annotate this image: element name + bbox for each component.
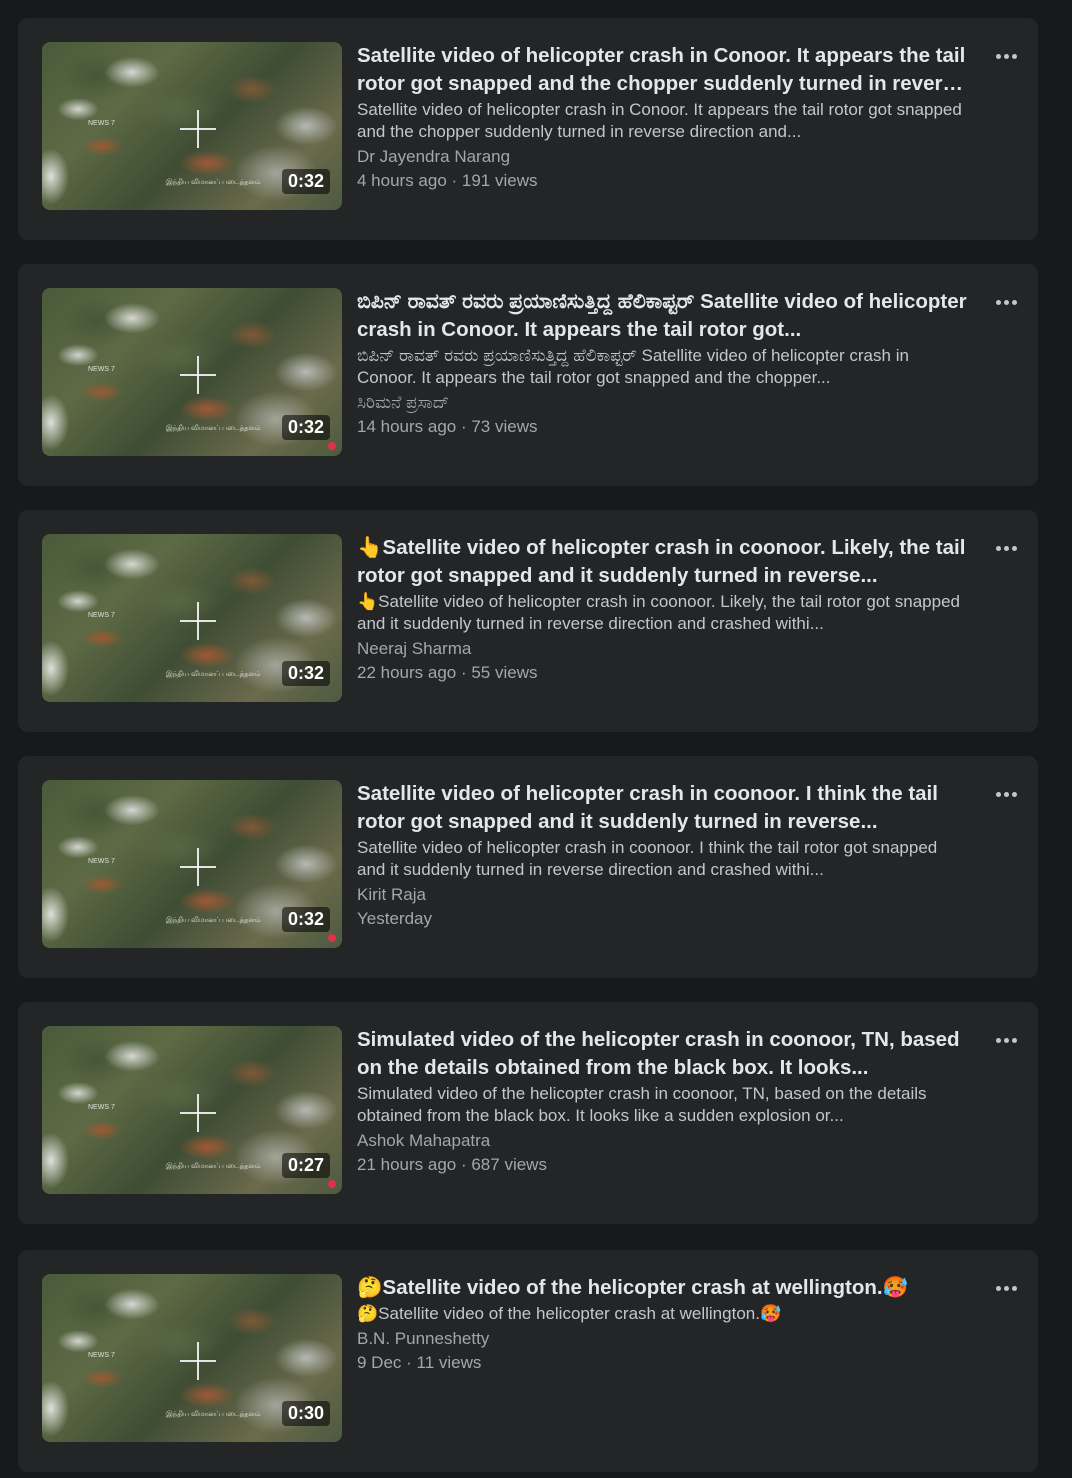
live-dot-icon xyxy=(328,1180,336,1188)
video-duration-badge: 0:32 xyxy=(281,907,330,932)
dot-icon xyxy=(1003,299,1009,305)
more-options-button[interactable] xyxy=(990,1276,1022,1300)
crosshair-marker xyxy=(197,602,199,640)
more-options-button[interactable] xyxy=(990,536,1022,560)
more-options-button[interactable] xyxy=(990,44,1022,68)
video-title[interactable]: ಬಿಪಿನ್ ರಾವತ್ ರವರು ಪ್ರಯಾಣಿಸುತ್ತಿದ್ದ ಹೆಲಿಕ… xyxy=(357,288,969,344)
dot-icon xyxy=(1011,791,1017,797)
dot-icon xyxy=(995,1037,1001,1043)
live-dot-icon xyxy=(328,442,336,450)
dot-icon xyxy=(995,1285,1001,1291)
video-result-card: NEWS 7 இந்திய விமானப் படைத்தளம் 0:32 👆Sa… xyxy=(18,510,1038,732)
more-options-button[interactable] xyxy=(990,290,1022,314)
video-author[interactable]: B.N. Punneshetty xyxy=(357,1327,969,1351)
dot-icon xyxy=(1011,1285,1017,1291)
video-result-card: NEWS 7 இந்திய விமானப் படைத்தளம் 0:32 ಬಿಪ… xyxy=(18,264,1038,486)
crosshair-marker xyxy=(197,1094,199,1132)
channel-watermark: NEWS 7 xyxy=(88,1352,115,1359)
video-result-card: NEWS 7 இந்திய விமானப் படைத்தளம் 0:27 Sim… xyxy=(18,1002,1038,1224)
thumbnail-caption: இந்திய விமானப் படைத்தளம் xyxy=(166,1163,261,1170)
video-author[interactable]: Kirit Raja xyxy=(357,883,969,907)
more-options-button[interactable] xyxy=(990,782,1022,806)
video-thumbnail[interactable]: NEWS 7 இந்திய விமானப் படைத்தளம் 0:32 xyxy=(42,780,342,948)
dot-icon xyxy=(1011,299,1017,305)
dot-icon xyxy=(995,791,1001,797)
video-title[interactable]: 👆Satellite video of helicopter crash in … xyxy=(357,534,969,590)
dot-icon xyxy=(1003,53,1009,59)
thumbnail-caption: இந்திய விமானப் படைத்தளம் xyxy=(166,1411,261,1418)
channel-watermark: NEWS 7 xyxy=(88,858,115,865)
dot-icon xyxy=(1011,545,1017,551)
video-author[interactable]: ಸಿರಿಮನೆ ಪ್ರಸಾದ್ xyxy=(357,391,969,415)
video-duration-badge: 0:27 xyxy=(281,1153,330,1178)
video-thumbnail[interactable]: NEWS 7 இந்திய விமானப் படைத்தளம் 0:32 xyxy=(42,288,342,456)
video-thumbnail[interactable]: NEWS 7 இந்திய விமானப் படைத்தளம் 0:32 xyxy=(42,534,342,702)
channel-watermark: NEWS 7 xyxy=(88,612,115,619)
channel-watermark: NEWS 7 xyxy=(88,1104,115,1111)
video-duration-badge: 0:30 xyxy=(281,1401,330,1426)
thumbnail-caption: இந்திய விமானப் படைத்தளம் xyxy=(166,671,261,678)
video-author[interactable]: Neeraj Sharma xyxy=(357,637,969,661)
live-dot-icon xyxy=(328,934,336,942)
crosshair-marker xyxy=(197,1342,199,1380)
video-description: ಬಿಪಿನ್ ರಾವತ್ ರವರು ಪ್ರಯಾಣಿಸುತ್ತಿದ್ದ ಹೆಲಿಕ… xyxy=(357,346,909,387)
video-description: Satellite video of helicopter crash in C… xyxy=(357,100,962,141)
video-meta: 9 Dec · 11 views xyxy=(357,1353,482,1372)
dot-icon xyxy=(1003,791,1009,797)
video-duration-badge: 0:32 xyxy=(281,169,330,194)
dot-icon xyxy=(995,53,1001,59)
video-title[interactable]: Satellite video of helicopter crash in c… xyxy=(357,780,969,836)
video-description: 👆Satellite video of helicopter crash in … xyxy=(357,592,960,633)
video-results-feed: NEWS 7 இந்திய விமானப் படைத்தளம் 0:32 Sat… xyxy=(0,0,1072,1478)
video-title[interactable]: Simulated video of the helicopter crash … xyxy=(357,1026,969,1082)
video-thumbnail[interactable]: NEWS 7 இந்திய விமானப் படைத்தளம் 0:32 xyxy=(42,42,342,210)
crosshair-marker xyxy=(197,356,199,394)
dot-icon xyxy=(995,299,1001,305)
dot-icon xyxy=(1003,1037,1009,1043)
dot-icon xyxy=(1011,1037,1017,1043)
crosshair-marker xyxy=(197,110,199,148)
dot-icon xyxy=(1003,1285,1009,1291)
channel-watermark: NEWS 7 xyxy=(88,120,115,127)
video-title[interactable]: Satellite video of helicopter crash in C… xyxy=(357,42,969,98)
video-description: Satellite video of helicopter crash in c… xyxy=(357,838,938,879)
video-author[interactable]: Ashok Mahapatra xyxy=(357,1129,969,1153)
video-meta: 14 hours ago · 73 views xyxy=(357,417,538,436)
video-duration-badge: 0:32 xyxy=(281,415,330,440)
video-thumbnail[interactable]: NEWS 7 இந்திய விமானப் படைத்தளம் 0:30 xyxy=(42,1274,342,1442)
thumbnail-caption: இந்திய விமானப் படைத்தளம் xyxy=(166,917,261,924)
video-result-card: NEWS 7 இந்திய விமானப் படைத்தளம் 0:32 Sat… xyxy=(18,18,1038,240)
dot-icon xyxy=(1011,53,1017,59)
video-meta: 4 hours ago · 191 views xyxy=(357,171,538,190)
dot-icon xyxy=(1003,545,1009,551)
video-title[interactable]: 🤔Satellite video of the helicopter crash… xyxy=(357,1274,969,1302)
video-meta: 22 hours ago · 55 views xyxy=(357,663,538,682)
dot-icon xyxy=(995,545,1001,551)
video-meta: 21 hours ago · 687 views xyxy=(357,1155,547,1174)
channel-watermark: NEWS 7 xyxy=(88,366,115,373)
video-author[interactable]: Dr Jayendra Narang xyxy=(357,145,969,169)
video-thumbnail[interactable]: NEWS 7 இந்திய விமானப் படைத்தளம் 0:27 xyxy=(42,1026,342,1194)
video-meta: Yesterday xyxy=(357,909,432,928)
crosshair-marker xyxy=(197,848,199,886)
video-description: Simulated video of the helicopter crash … xyxy=(357,1084,927,1125)
video-description: 🤔Satellite video of the helicopter crash… xyxy=(357,1304,782,1323)
thumbnail-caption: இந்திய விமானப் படைத்தளம் xyxy=(166,425,261,432)
thumbnail-caption: இந்திய விமானப் படைத்தளம் xyxy=(166,179,261,186)
video-result-card: NEWS 7 இந்திய விமானப் படைத்தளம் 0:32 Sat… xyxy=(18,756,1038,978)
video-duration-badge: 0:32 xyxy=(281,661,330,686)
video-result-card: NEWS 7 இந்திய விமானப் படைத்தளம் 0:30 🤔Sa… xyxy=(18,1250,1038,1472)
more-options-button[interactable] xyxy=(990,1028,1022,1052)
